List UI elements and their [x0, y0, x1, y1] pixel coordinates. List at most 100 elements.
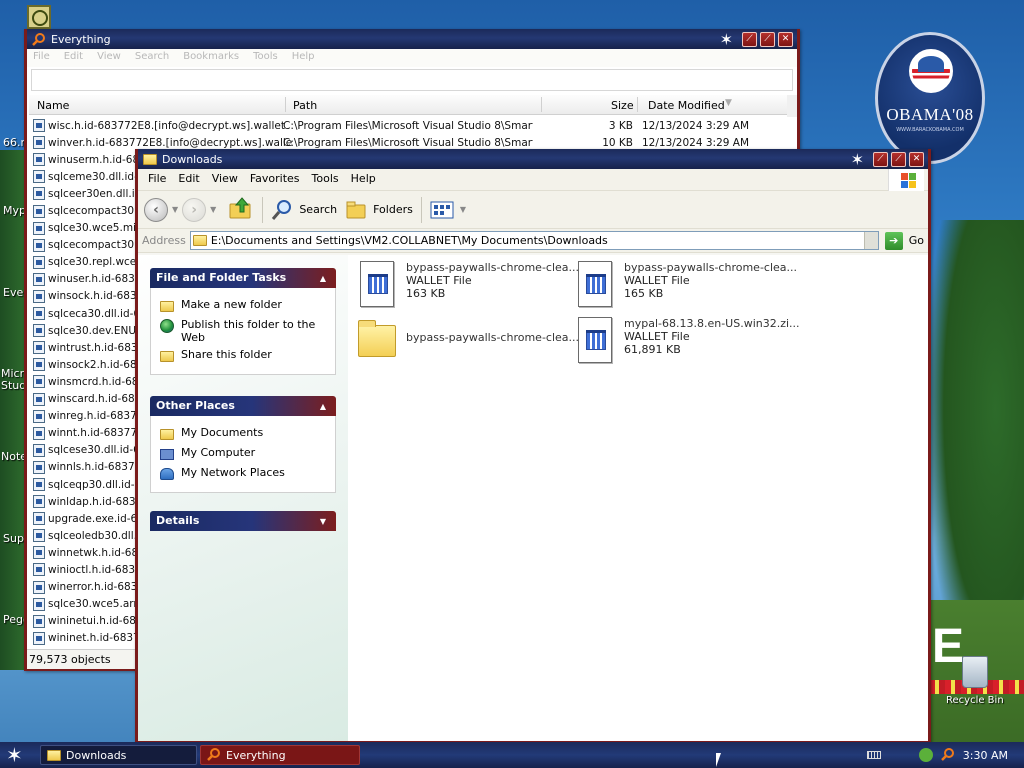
close-button[interactable]: ✕	[909, 151, 924, 167]
task-pane: File and Folder Tasks ▲ Make a new folde…	[138, 255, 348, 741]
file-icon	[33, 563, 45, 577]
menu-view[interactable]: View	[97, 51, 121, 65]
file-size: 165 KB	[624, 287, 664, 300]
desktop-app-icon[interactable]	[27, 5, 51, 29]
close-button[interactable]: ✕	[778, 31, 793, 47]
mouse-cursor-icon	[716, 753, 721, 767]
column-path[interactable]: Path	[293, 99, 317, 112]
search-input[interactable]	[31, 69, 793, 91]
desktop-white-letter: E	[932, 620, 965, 673]
file-icon	[33, 460, 45, 474]
file-icon	[33, 512, 45, 526]
menu-favorites[interactable]: Favorites	[244, 172, 306, 187]
file-item[interactable]: mypal-68.13.8.en-US.win32.zi... WALLET F…	[576, 317, 800, 365]
folder-view: File and Folder Tasks ▲ Make a new folde…	[138, 255, 928, 741]
desktop-icon-label[interactable]: Micro Studi	[1, 368, 31, 392]
menu-help[interactable]: Help	[345, 172, 382, 187]
start-button[interactable]: ✶	[6, 743, 23, 767]
file-icon	[33, 255, 45, 269]
file-type: WALLET File	[406, 274, 472, 287]
table-row[interactable]: wisc.h.id-683772E8.[info@decrypt.ws].wal…	[33, 117, 793, 134]
menu-edit[interactable]: Edit	[64, 51, 83, 65]
task-make-new-folder[interactable]: Make a new folder	[159, 298, 327, 314]
folder-item[interactable]: bypass-paywalls-chrome-clea...	[358, 317, 579, 365]
go-label[interactable]: Go	[909, 234, 924, 247]
taskbar-item-everything[interactable]: Everything	[200, 745, 360, 765]
views-button[interactable]: ▼	[430, 200, 470, 220]
back-button[interactable]: ‹	[144, 197, 168, 222]
obama-badge: OBAMA'08 WWW.BARACKOBAMA.COM	[875, 32, 985, 164]
menu-bookmarks[interactable]: Bookmarks	[183, 51, 239, 65]
toolbar-separator	[420, 196, 422, 223]
go-button[interactable]: ➔	[884, 231, 903, 250]
cell-date: 12/13/2024 3:29 AM	[642, 136, 750, 149]
task-publish-folder[interactable]: Publish this folder to the Web	[159, 318, 327, 344]
window-title: Downloads	[162, 152, 223, 166]
scrollbar[interactable]	[787, 95, 797, 117]
menu-search[interactable]: Search	[135, 51, 169, 65]
column-separator[interactable]	[637, 97, 638, 112]
file-icon	[33, 289, 45, 303]
everything-titlebar[interactable]: Everything ✶ ⟋ ⟋ ✕	[27, 29, 797, 49]
collapse-icon[interactable]: ▲	[316, 273, 330, 284]
file-icon	[33, 443, 45, 457]
cell-name: winver.h.id-683772E8.[info@decrypt.ws].w…	[48, 136, 292, 149]
file-folder-tasks-header[interactable]: File and Folder Tasks ▲	[150, 268, 336, 288]
maximize-button[interactable]: ⟋	[891, 151, 906, 167]
clock[interactable]: 3:30 AM	[963, 749, 1008, 762]
task-share-folder[interactable]: Share this folder	[159, 348, 327, 364]
collapse-icon[interactable]: ▲	[316, 401, 330, 412]
chevron-down-icon[interactable]: ▼	[210, 205, 216, 214]
column-separator[interactable]	[285, 97, 286, 112]
menu-file[interactable]: File	[142, 172, 172, 187]
address-dropdown[interactable]	[863, 232, 878, 249]
file-icon	[33, 495, 45, 509]
address-input[interactable]: E:\Documents and Settings\VM2.COLLABNET\…	[189, 231, 879, 250]
search-icon[interactable]	[940, 747, 955, 764]
panel-title: File and Folder Tasks	[156, 271, 287, 284]
recycle-bin-icon[interactable]	[962, 656, 988, 688]
chevron-down-icon[interactable]: ▼	[172, 205, 178, 214]
place-label: My Network Places	[181, 466, 285, 479]
file-folder-tasks-panel: File and Folder Tasks ▲ Make a new folde…	[150, 268, 336, 375]
taskbar-item-label: Downloads	[66, 748, 127, 762]
taskbar: ✶ Downloads Everything 3:30 AM	[0, 742, 1024, 768]
system-tray: 3:30 AM	[851, 742, 1024, 768]
file-item[interactable]: bypass-paywalls-chrome-clea... WALLET Fi…	[576, 261, 797, 309]
taskbar-item-downloads[interactable]: Downloads	[40, 745, 197, 765]
keyboard-icon[interactable]	[866, 751, 881, 759]
minimize-button[interactable]: ⟋	[873, 151, 888, 167]
place-my-documents[interactable]: My Documents	[159, 426, 327, 442]
menu-help[interactable]: Help	[292, 51, 315, 65]
column-date-modified[interactable]: Date Modified	[648, 99, 725, 112]
forward-button[interactable]: ›	[182, 197, 207, 222]
menu-edit[interactable]: Edit	[172, 172, 205, 187]
menu-file[interactable]: File	[33, 51, 50, 65]
network-icon[interactable]	[918, 748, 933, 762]
menu-tools[interactable]: Tools	[253, 51, 278, 65]
menu-tools[interactable]: Tools	[306, 172, 345, 187]
place-my-network-places[interactable]: My Network Places	[159, 466, 327, 482]
downloads-window: Downloads ✶ ⟋ ⟋ ✕ File Edit View Favorit…	[135, 149, 931, 744]
search-icon	[207, 747, 221, 764]
file-type: WALLET File	[624, 330, 690, 343]
file-icon	[33, 153, 45, 167]
other-places-header[interactable]: Other Places ▲	[150, 396, 336, 416]
file-icon	[33, 272, 45, 286]
file-item[interactable]: bypass-paywalls-chrome-clea... WALLET Fi…	[358, 261, 579, 309]
expand-icon[interactable]: ▼	[316, 516, 330, 527]
toolbar-separator	[262, 196, 264, 223]
column-name[interactable]: Name	[37, 99, 69, 112]
minimize-button[interactable]: ⟋	[742, 31, 757, 47]
search-button[interactable]: Search	[271, 198, 337, 222]
recycle-bin-label[interactable]: Recycle Bin	[946, 695, 1004, 706]
column-separator[interactable]	[541, 97, 542, 112]
menu-view[interactable]: View	[206, 172, 244, 187]
maximize-button[interactable]: ⟋	[760, 31, 775, 47]
downloads-titlebar[interactable]: Downloads ✶ ⟋ ⟋ ✕	[138, 149, 928, 169]
up-folder-button[interactable]	[228, 196, 254, 223]
column-size[interactable]: Size	[611, 99, 634, 112]
folders-button[interactable]: Folders	[345, 199, 413, 221]
details-header[interactable]: Details ▼	[150, 511, 336, 531]
place-my-computer[interactable]: My Computer	[159, 446, 327, 462]
